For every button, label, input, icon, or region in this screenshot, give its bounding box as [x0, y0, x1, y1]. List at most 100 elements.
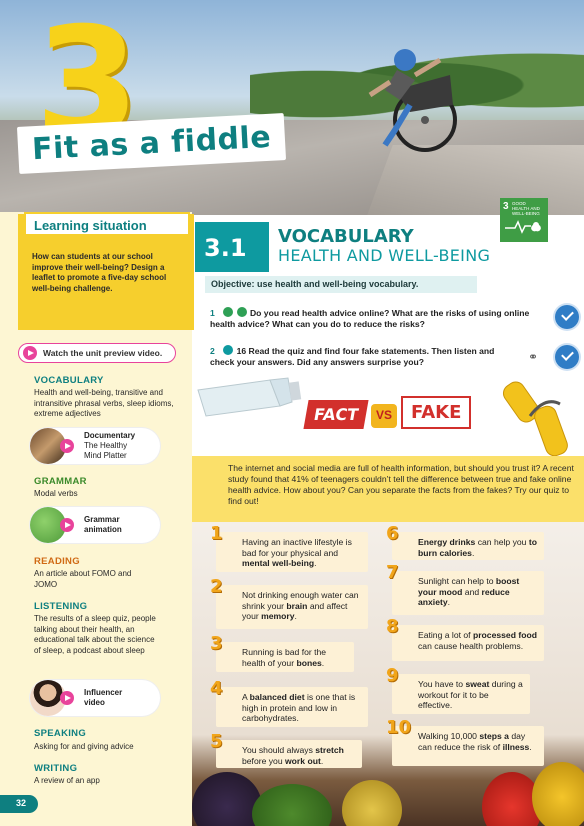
section-subtitle: HEALTH AND WELL-BEING [278, 246, 491, 265]
statement-fragment: . [294, 611, 297, 621]
quiz-statement-number: 9 [386, 665, 399, 686]
play-icon [60, 518, 74, 532]
question-2-text: Read the quiz and find four fake stateme… [210, 346, 495, 367]
documentary-video-card[interactable]: Documentary The Healthy Mind Platter [30, 428, 160, 464]
key-term: memory [261, 611, 295, 621]
quiz-statement-number: 1 [210, 523, 223, 544]
key-term: sweat [465, 679, 490, 689]
quiz-statement-text: You should always stretch before you wor… [242, 745, 356, 766]
quiz-statement-text: Running is bad for the health of your bo… [242, 647, 348, 668]
heartbeat-icon [505, 220, 541, 234]
quiz-statement-text: You have to sweat during a workout for i… [418, 679, 524, 711]
grammar-animation-line2: animation [84, 525, 122, 534]
reading-text: An article about FOMO and JOMO [34, 569, 132, 589]
writing-text: A review of an app [34, 776, 100, 785]
key-term: Energy drinks [418, 537, 476, 547]
fake-label: FAKE [401, 396, 472, 429]
audio-icon[interactable] [223, 345, 234, 355]
quiz-statement-text: Eating a lot of processed food can cause… [418, 630, 538, 651]
learning-situation-title: Learning situation [24, 212, 190, 236]
grammar-animation-line1: Grammar [84, 515, 120, 524]
preview-label: Watch the unit preview video. [43, 348, 163, 358]
vocabulary-text: Health and well-being, transitive and in… [34, 388, 174, 418]
statement-fragment: . [314, 558, 317, 568]
writing-heading: WRITING [34, 763, 78, 774]
quiz-statement-7: 7 Sunlight can help to boost your mood an… [386, 564, 544, 615]
hero-photo: 3 Fit as a fiddle [0, 0, 584, 215]
statement-fragment: . [320, 755, 324, 766]
statement-fragment: Sunlight can help to [418, 576, 496, 586]
influencer-line2: video [84, 698, 105, 707]
section-title: VOCABULARY [278, 226, 414, 247]
grammar-text: Modal verbs [34, 489, 78, 498]
thinking-icon [236, 307, 247, 317]
corn-image [532, 762, 584, 826]
key-term: work out [285, 755, 321, 766]
quiz-statement-number: 8 [386, 616, 399, 637]
fact-vs-fake-logo: FACT VS FAKE [303, 396, 472, 436]
play-icon [60, 691, 74, 705]
broccoli-image [252, 784, 332, 826]
quiz-statement-number: 5 [210, 731, 223, 752]
unit-preview-video-button[interactable]: Watch the unit preview video. [18, 343, 176, 363]
checkmark-icon[interactable] [555, 345, 579, 369]
statement-fragment: . [321, 657, 325, 668]
statement-fragment: can help you [475, 537, 529, 547]
quiz-statement-number: 6 [386, 523, 399, 544]
quiz-statement-text: A balanced diet is one that is high in p… [242, 692, 362, 724]
quiz-statement-text: Sunlight can help to boost your mood and… [418, 576, 538, 608]
quiz-statement-8: 8 Eating a lot of processed food can caus… [386, 618, 544, 661]
documentary-label: Documentary The Healthy Mind Platter [84, 431, 135, 461]
quiz-statement-2: 2 Not drinking enough water can shrink yo… [210, 578, 368, 629]
key-term: bones [296, 657, 322, 668]
quiz-statement-number: 10 [386, 717, 412, 738]
question-1-number: 1 [210, 308, 215, 318]
influencer-label: Influencer video [84, 688, 122, 708]
statement-fragment: Eating a lot of [418, 630, 473, 640]
quiz-statement-5: 5 You should always stretch before you wo… [210, 733, 362, 768]
statement-fragment: A [242, 692, 250, 702]
quiz-statement-number: 3 [210, 633, 223, 654]
quiz-statement-10: 10 Walking 10,000 steps a day can reduce … [386, 719, 544, 766]
unit-title: Fit as a fiddle [31, 119, 272, 168]
influencer-video-card[interactable]: Influencer video [30, 680, 160, 716]
question-1-text: Do you read health advice online? What a… [210, 308, 530, 329]
influencer-line1: Influencer [84, 688, 123, 697]
quiz-statement-text: Energy drinks can help you to burn calor… [418, 537, 538, 558]
objective-bar: Objective: use health and well-being voc… [205, 276, 477, 293]
quiz-statement-9: 9 You have to sweat during a workout for … [386, 667, 530, 714]
play-icon [23, 346, 37, 360]
question-2-number: 2 [210, 346, 215, 356]
question-1: 1 Do you read health advice online? What… [210, 307, 532, 330]
checkmark-icon[interactable] [555, 305, 579, 329]
play-icon [60, 439, 74, 453]
documentary-type: Documentary [84, 431, 136, 440]
statement-fragment: and [462, 586, 482, 597]
listening-heading: LISTENING [34, 601, 88, 612]
quiz-statement-text: Not drinking enough water can shrink you… [242, 590, 362, 622]
globe-icon[interactable]: ⚭ [528, 350, 538, 364]
quiz-statement-3: 3 Running is bad for the health of your b… [210, 635, 354, 672]
key-term: illness [502, 741, 530, 752]
learning-situation-text: How can students at our school improve t… [32, 252, 167, 293]
grammar-animation-card[interactable]: Grammar animation [30, 507, 160, 543]
key-term: brain [286, 600, 308, 611]
quiz-statement-6: 6 Energy drinks can help you to burn calo… [386, 525, 544, 560]
statement-fragment: You should always [242, 745, 316, 755]
statement-fragment: . [447, 597, 451, 607]
learning-situation-box: Learning situation How can students at o… [18, 212, 194, 330]
water-bottle-image [197, 377, 302, 417]
reading-heading: READING [34, 556, 80, 567]
quiz-statement-1: 1 Having an inactive lifestyle is bad for… [210, 525, 368, 572]
sdg-number: 3 [503, 201, 509, 212]
fact-label: FACT [303, 400, 369, 429]
quiz-statement-number: 2 [210, 576, 223, 597]
quiz-intro: The internet and social media are full o… [192, 456, 584, 522]
speaking-text: Asking for and giving advice [34, 742, 134, 751]
statement-fragment: Walking 10,000 [418, 731, 480, 741]
vocabulary-heading: VOCABULARY [34, 375, 104, 386]
section-number: 3.1 [195, 222, 269, 272]
fruit-image [342, 780, 402, 826]
question-2: 2 16 Read the quiz and find four fake st… [210, 345, 510, 368]
sdg-badge: 3 GOOD HEALTH AND WELL-BEING [500, 198, 548, 242]
